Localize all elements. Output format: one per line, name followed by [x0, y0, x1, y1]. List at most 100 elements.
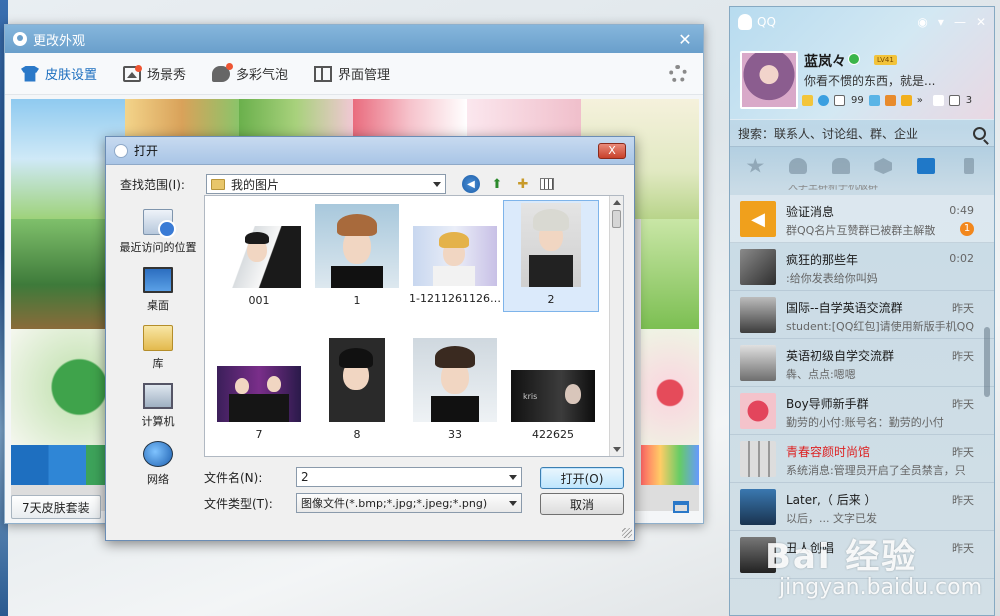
- tab-interface-management[interactable]: 界面管理: [314, 64, 390, 83]
- close-icon[interactable]: ✕: [675, 30, 695, 49]
- skin-thumbnail[interactable]: [641, 445, 699, 485]
- tab-scene-show[interactable]: 场景秀: [123, 64, 186, 83]
- gear-icon[interactable]: [669, 64, 687, 83]
- online-status-icon[interactable]: [848, 53, 860, 65]
- up-folder-icon[interactable]: ⬆: [488, 175, 506, 193]
- file-item[interactable]: 8: [309, 336, 405, 448]
- member-count: 3: [965, 95, 973, 106]
- last-message: 群QQ名片互赞群已被群主解散: [786, 224, 936, 237]
- contact-name: 英语初级自学交流群: [786, 349, 895, 363]
- skin-thumbnail[interactable]: [353, 99, 467, 139]
- window-mode-icon[interactable]: [673, 501, 689, 513]
- close-button[interactable]: X: [598, 142, 626, 159]
- tab-recent-sessions[interactable]: [915, 156, 937, 176]
- list-item[interactable]: 青春容颜时尚馆 系统消息:管理员开启了全员禁言，只 昨天: [730, 435, 994, 483]
- tab-discovery[interactable]: [872, 156, 894, 176]
- file-item[interactable]: kris 422625: [505, 336, 601, 448]
- look-in-dropdown[interactable]: 我的图片: [206, 174, 446, 194]
- message-time: 昨天: [952, 398, 974, 411]
- shopping-icon[interactable]: [884, 95, 896, 106]
- file-item[interactable]: 1-12112611262...: [407, 202, 503, 314]
- skin-thumbnail[interactable]: [239, 99, 353, 139]
- space-icon[interactable]: [818, 95, 829, 106]
- file-item[interactable]: 33: [407, 336, 503, 448]
- tab-skin-settings[interactable]: 皮肤设置: [21, 64, 97, 83]
- shirt-icon[interactable]: [932, 95, 944, 106]
- skin-thumbnail[interactable]: [641, 329, 699, 445]
- filetype-dropdown[interactable]: 图像文件(*.bmp;*.jpg;*.jpeg;*.png): [296, 493, 522, 513]
- skin-thumbnail[interactable]: [125, 99, 239, 139]
- search-icon[interactable]: [973, 126, 986, 140]
- place-network[interactable]: 网络: [116, 431, 200, 489]
- tab-favorites[interactable]: [744, 156, 766, 176]
- close-icon[interactable]: ✕: [976, 15, 986, 29]
- file-name: 7: [255, 428, 263, 441]
- last-message: 犇、点点:嗯嗯: [786, 368, 856, 381]
- more-icon[interactable]: »: [917, 95, 928, 106]
- list-item[interactable]: Boy导师新手群 勤劳的小付:账号名：勤劳的小付 昨天: [730, 387, 994, 435]
- avatar[interactable]: [740, 51, 798, 109]
- member-icon[interactable]: [948, 95, 960, 106]
- place-computer[interactable]: 计算机: [116, 373, 200, 431]
- session-list-scrollbar[interactable]: [984, 327, 990, 397]
- app-icon[interactable]: [868, 95, 880, 106]
- message-time: 0:02: [949, 252, 974, 265]
- scroll-up-icon[interactable]: [613, 200, 621, 205]
- open-button[interactable]: 打开(O): [540, 467, 624, 489]
- image-thumbnail: [413, 338, 497, 422]
- list-item[interactable]: 疯狂的那些年 :给你发表给你叫妈 0:02: [730, 243, 994, 291]
- vertical-scrollbar[interactable]: [609, 196, 623, 456]
- scroll-down-icon[interactable]: [613, 447, 621, 452]
- skin-thumbnail[interactable]: [467, 99, 581, 139]
- mail-icon[interactable]: [834, 95, 845, 106]
- wallet-icon[interactable]: [900, 95, 912, 106]
- qq-penguin-icon: [738, 14, 752, 30]
- star-icon[interactable]: [802, 95, 813, 106]
- list-item[interactable]: 英语初级自学交流群 犇、点点:嗯嗯 昨天: [730, 339, 994, 387]
- back-arrow-icon[interactable]: ◀: [462, 175, 480, 193]
- minimize-icon[interactable]: —: [954, 15, 966, 29]
- list-item[interactable]: 国际--自学英语交流群 student:[QQ红包]请使用新版手机QQ 昨天: [730, 291, 994, 339]
- tab-groups[interactable]: [830, 156, 852, 176]
- tab-devices[interactable]: [958, 156, 980, 176]
- change-appearance-titlebar[interactable]: 更改外观 ✕: [5, 25, 703, 53]
- skin-thumbnail[interactable]: [641, 219, 699, 329]
- resize-grip[interactable]: [622, 528, 632, 538]
- file-item-selected[interactable]: 2: [503, 200, 599, 312]
- qq-titlebar[interactable]: QQ ◉ ▾ — ✕: [730, 7, 994, 37]
- message-time: 昨天: [952, 542, 974, 555]
- last-message: 以后，... 文字已发: [786, 512, 877, 525]
- list-item[interactable]: 丑人创唱 昨天: [730, 531, 994, 579]
- skin-icon[interactable]: ◉: [917, 15, 927, 29]
- contact-avatar: [740, 393, 776, 429]
- place-desktop[interactable]: 桌面: [116, 257, 200, 315]
- contact-search-bar[interactable]: 搜索：联系人、讨论组、群、企业: [730, 119, 994, 147]
- place-library[interactable]: 库: [116, 315, 200, 373]
- seven-day-skin-package-button[interactable]: 7天皮肤套装: [11, 495, 101, 519]
- signature[interactable]: 你看不惯的东西，就是...: [804, 72, 984, 89]
- tab-contacts[interactable]: [787, 156, 809, 176]
- contact-name: Later,（ 后来 ）: [786, 493, 877, 507]
- qq-tool-strip: 99 » 3: [802, 95, 972, 106]
- filename-input[interactable]: 2: [296, 467, 522, 487]
- place-recent[interactable]: 最近访问的位置: [116, 199, 200, 257]
- contact-avatar: [740, 249, 776, 285]
- chevron-down-icon[interactable]: [509, 475, 517, 480]
- file-item[interactable]: 7: [211, 336, 307, 448]
- scrollbar-thumb[interactable]: [612, 210, 621, 228]
- tab-colorful-bubbles[interactable]: 多彩气泡: [212, 62, 288, 83]
- bubble-icon: [212, 62, 234, 82]
- recent-places-icon: [143, 209, 176, 238]
- file-item[interactable]: 1: [309, 202, 405, 314]
- view-menu-icon[interactable]: [540, 178, 554, 190]
- tshirt-icon[interactable]: ▾: [938, 15, 944, 29]
- file-item[interactable]: 001: [211, 202, 307, 314]
- open-dialog-titlebar[interactable]: 打开 X: [106, 137, 634, 165]
- contact-name: 青春容颜时尚馆: [786, 445, 871, 459]
- cancel-button[interactable]: 取消: [540, 493, 624, 515]
- new-folder-icon[interactable]: ✚: [514, 175, 532, 193]
- contact-name: 国际--自学英语交流群: [786, 301, 903, 315]
- list-item[interactable]: Later,（ 后来 ） 以后，... 文字已发 昨天: [730, 483, 994, 531]
- list-item-partial[interactable]: 大学生群新手机版群: [730, 185, 994, 195]
- list-item[interactable]: ◀ 验证消息 群QQ名片互赞群已被群主解散 0:49 1: [730, 195, 994, 243]
